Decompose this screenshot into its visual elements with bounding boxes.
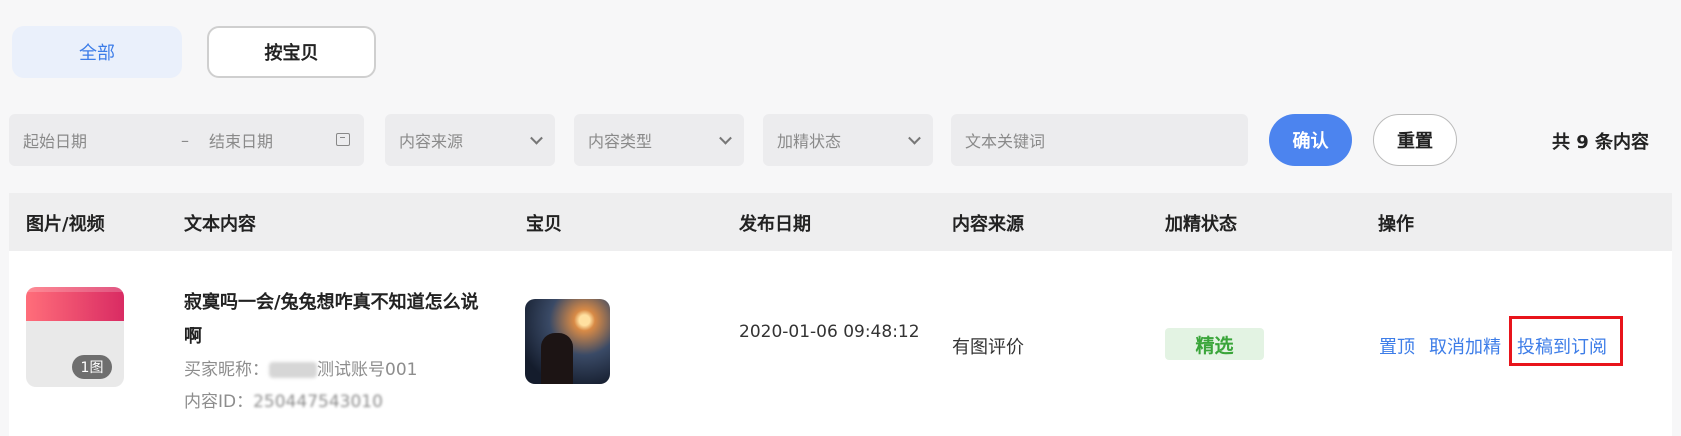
tab-by-item[interactable]: 按宝贝	[207, 26, 376, 78]
keyword-input[interactable]: 文本关键词	[951, 114, 1248, 166]
header-media: 图片/视频	[26, 214, 105, 235]
content-id-label: 内容ID：	[184, 392, 254, 412]
pin-top-link[interactable]: 置顶	[1379, 333, 1415, 359]
content-text: 寂寞吗一会/兔兔想咋真不知道怎么说啊	[184, 292, 479, 347]
chevron-down-icon	[908, 131, 921, 145]
item-image[interactable]	[525, 299, 610, 384]
content-type-select[interactable]: 内容类型	[574, 114, 744, 166]
date-separator: –	[181, 130, 189, 150]
keyword-placeholder: 文本关键词	[965, 132, 1046, 151]
content-id: 内容ID：250447543010	[184, 387, 383, 412]
featured-status-label: 加精状态	[777, 132, 842, 151]
date-range-picker[interactable]: 起始日期 – 结束日期	[9, 114, 364, 166]
media-thumbnail[interactable]: 1图	[26, 287, 124, 387]
image-figure	[541, 333, 573, 384]
buyer-nick-label: 买家昵称：	[184, 360, 269, 380]
total-count: 共 9 条内容	[1552, 132, 1650, 153]
buyer-nick-value: 测试账号001	[317, 360, 418, 380]
header-status: 加精状态	[1165, 214, 1237, 235]
featured-status-select[interactable]: 加精状态	[763, 114, 933, 166]
chevron-down-icon	[530, 131, 543, 145]
table-header: 图片/视频 文本内容 宝贝 发布日期 内容来源 加精状态 操作	[9, 193, 1672, 251]
header-publish-date: 发布日期	[739, 214, 811, 235]
thumbnail-banner	[26, 287, 124, 321]
tab-all[interactable]: 全部	[12, 26, 182, 78]
confirm-button[interactable]: 确认	[1269, 114, 1352, 166]
redacted-text	[269, 362, 317, 378]
header-source: 内容来源	[952, 214, 1024, 235]
image-count-badge: 1图	[72, 355, 112, 379]
content-type-label: 内容类型	[588, 132, 653, 151]
content-source-select[interactable]: 内容来源	[385, 114, 555, 166]
content-id-value: 250447543010	[253, 392, 383, 412]
cancel-featured-link[interactable]: 取消加精	[1429, 333, 1501, 359]
end-date-input[interactable]: 结束日期	[209, 128, 273, 152]
buyer-nick: 买家昵称： 测试账号001	[184, 355, 417, 380]
chevron-down-icon	[719, 131, 732, 145]
content-source-label: 内容来源	[399, 132, 464, 151]
publish-date: 2020-01-06 09:48:12	[739, 322, 920, 342]
highlight-box	[1509, 316, 1623, 366]
start-date-input[interactable]: 起始日期	[23, 128, 87, 152]
header-text: 文本内容	[184, 214, 256, 235]
header-item: 宝贝	[526, 214, 562, 235]
calendar-icon[interactable]	[336, 133, 350, 146]
featured-badge: 精选	[1165, 328, 1264, 360]
reset-button[interactable]: 重置	[1373, 114, 1457, 166]
header-actions: 操作	[1378, 214, 1414, 235]
content-source: 有图评价	[952, 337, 1024, 358]
